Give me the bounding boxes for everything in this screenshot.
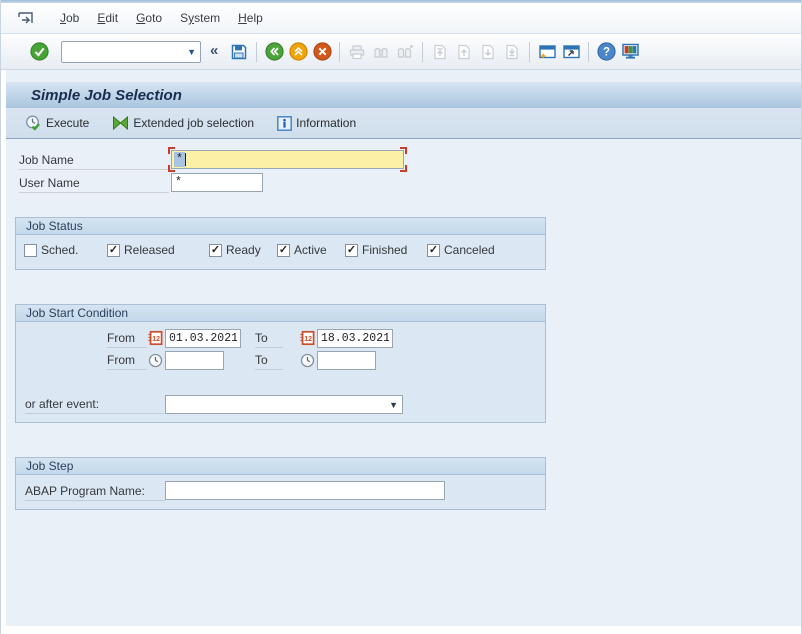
- checkbox-box[interactable]: ✓: [427, 244, 440, 257]
- checkbox-released[interactable]: ✓ Released: [107, 243, 175, 257]
- checkbox-box[interactable]: ✓: [277, 244, 290, 257]
- print-icon: [345, 40, 369, 64]
- focus-corner: [400, 165, 407, 172]
- create-shortcut-icon[interactable]: [559, 40, 583, 64]
- from-time-input[interactable]: [165, 351, 224, 370]
- last-page-icon: [500, 40, 524, 64]
- user-name-label: User Name: [19, 174, 169, 193]
- job-name-value-selected: *: [174, 152, 185, 167]
- extended-job-selection-button[interactable]: Extended job selection: [106, 112, 260, 134]
- command-field-box: ▼: [61, 41, 201, 63]
- menu-edit[interactable]: Edit: [88, 8, 127, 28]
- svg-text:12: 12: [152, 336, 160, 343]
- from-date-input[interactable]: [165, 329, 241, 348]
- save-icon[interactable]: [227, 40, 251, 64]
- page-up-exit-icon[interactable]: [286, 40, 310, 64]
- menu-bar: Job Edit Goto System Help: [1, 3, 801, 34]
- command-input[interactable]: [66, 46, 184, 58]
- window-bottom-strip: [1, 626, 801, 634]
- job-name-field-wrapper: *: [171, 150, 404, 169]
- content-area: Job Name * User Name Job Status Sched.: [6, 139, 801, 626]
- information-icon: [277, 116, 292, 131]
- execute-button[interactable]: Execute: [19, 112, 95, 135]
- checkbox-ready[interactable]: ✓ Ready: [209, 243, 261, 257]
- user-name-input[interactable]: [171, 173, 263, 192]
- checkbox-active[interactable]: ✓ Active: [277, 243, 327, 257]
- information-button[interactable]: Information: [271, 113, 362, 134]
- after-event-label: or after event:: [25, 395, 164, 414]
- job-name-field[interactable]: *: [171, 150, 404, 169]
- job-start-condition-group-title: Job Start Condition: [16, 305, 545, 322]
- from-date-label: From: [107, 329, 147, 348]
- focus-corner: [400, 147, 407, 154]
- menu-system[interactable]: System: [171, 8, 229, 28]
- calendar-icon[interactable]: 12: [147, 330, 163, 346]
- text-cursor: [185, 153, 186, 166]
- clock-icon[interactable]: [148, 353, 163, 368]
- to-time-input[interactable]: [317, 351, 376, 370]
- dropdown-arrow-icon[interactable]: ▼: [389, 400, 398, 410]
- checkbox-box[interactable]: ✓: [345, 244, 358, 257]
- toolbar-separator: [422, 42, 423, 62]
- screen-area: Simple Job Selection Execute Extended jo…: [6, 70, 801, 626]
- previous-page-icon: [452, 40, 476, 64]
- customize-layout-icon[interactable]: [618, 40, 642, 64]
- standard-toolbar: ▼ «: [1, 34, 801, 70]
- menu-goto[interactable]: Goto: [127, 8, 171, 28]
- new-session-icon[interactable]: [535, 40, 559, 64]
- job-status-group-title: Job Status: [16, 218, 545, 235]
- system-menu-icon[interactable]: [17, 10, 37, 26]
- checkbox-canceled[interactable]: ✓ Canceled: [427, 243, 495, 257]
- command-dropdown-icon[interactable]: ▼: [184, 47, 196, 57]
- to-date-label: To: [255, 329, 283, 348]
- menu-help[interactable]: Help: [229, 8, 272, 28]
- job-name-label: Job Name: [19, 151, 169, 170]
- to-date-input[interactable]: [317, 329, 393, 348]
- menu-job[interactable]: Job: [51, 8, 88, 28]
- execute-clock-icon: [25, 115, 42, 132]
- back-icon[interactable]: [262, 40, 286, 64]
- abap-program-name-input[interactable]: [165, 481, 445, 500]
- svg-text:12: 12: [304, 336, 312, 343]
- selection-bowtie-icon: [112, 115, 129, 131]
- title-bar: Simple Job Selection: [6, 82, 801, 108]
- checkbox-box[interactable]: [24, 244, 37, 257]
- after-event-dropdown[interactable]: ▼: [165, 395, 403, 414]
- toolbar-separator: [339, 42, 340, 62]
- toolbar-separator: [529, 42, 530, 62]
- next-page-icon: [476, 40, 500, 64]
- clock-icon[interactable]: [300, 353, 315, 368]
- checkbox-finished[interactable]: ✓ Finished: [345, 243, 407, 257]
- application-toolbar: Execute Extended job selection Informati…: [6, 108, 801, 139]
- toolbar-separator: [256, 42, 257, 62]
- find-icon: [369, 40, 393, 64]
- checkbox-box[interactable]: ✓: [209, 244, 222, 257]
- job-step-group-title: Job Step: [16, 458, 545, 475]
- calendar-icon[interactable]: 12: [299, 330, 315, 346]
- find-next-icon: [393, 40, 417, 64]
- job-status-group: Job Status Sched. ✓ Released ✓ Ready ✓ A…: [15, 217, 546, 270]
- sap-gui-window: Job Edit Goto System Help ▼ «: [0, 0, 802, 634]
- collapse-toolbar-icon[interactable]: «: [210, 42, 218, 59]
- help-icon[interactable]: ?: [594, 40, 618, 64]
- abap-program-name-label: ABAP Program Name:: [25, 482, 165, 501]
- focus-corner: [168, 165, 175, 172]
- job-step-group: Job Step ABAP Program Name:: [15, 457, 546, 510]
- toolbar-separator: [588, 42, 589, 62]
- checkbox-sched[interactable]: Sched.: [24, 243, 78, 257]
- focus-corner: [168, 147, 175, 154]
- first-page-icon: [428, 40, 452, 64]
- spacer: [6, 70, 801, 82]
- enter-icon[interactable]: [27, 40, 51, 64]
- page-title: Simple Job Selection: [31, 87, 182, 104]
- svg-text:?: ?: [603, 47, 610, 59]
- checkbox-box[interactable]: ✓: [107, 244, 120, 257]
- from-time-label: From: [107, 351, 147, 370]
- exit-icon[interactable]: [310, 40, 334, 64]
- to-time-label: To: [255, 351, 283, 370]
- job-start-condition-group: Job Start Condition From 12 To 12: [15, 304, 546, 423]
